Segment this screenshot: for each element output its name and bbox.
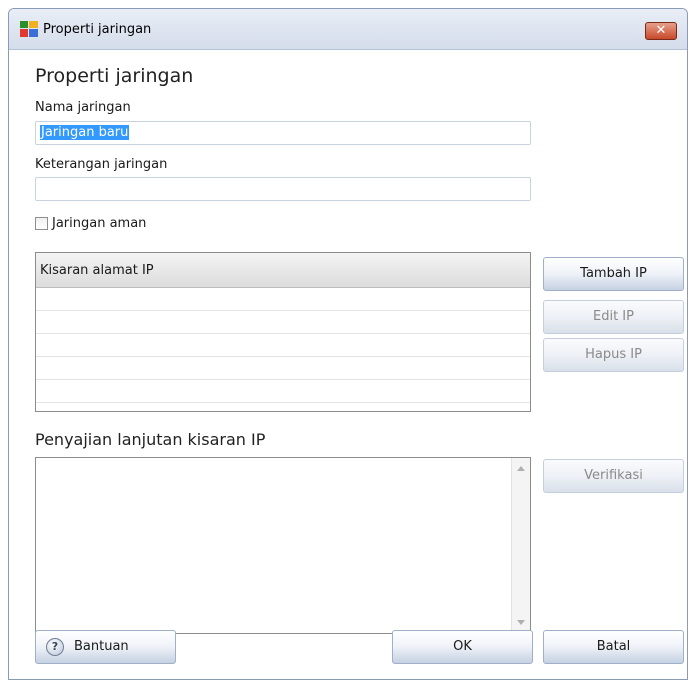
cancel-button[interactable]: Batal (543, 630, 684, 664)
secure-network-label: Jaringan aman (52, 216, 147, 231)
table-row[interactable] (36, 380, 530, 403)
title-bar: Properti jaringan ✕ (9, 9, 687, 50)
textarea-scrollbar[interactable] (511, 458, 530, 633)
ip-range-column-header[interactable]: Kisaran alamat IP (36, 253, 530, 288)
scroll-down-icon[interactable] (517, 620, 525, 625)
ip-range-header-label: Kisaran alamat IP (40, 263, 154, 278)
network-name-value: Jaringan baru (40, 125, 130, 140)
ip-range-table[interactable]: Kisaran alamat IP (35, 252, 531, 412)
edit-ip-button[interactable]: Edit IP (543, 300, 684, 334)
page-title: Properti jaringan (35, 65, 194, 87)
verify-button[interactable]: Verifikasi (543, 459, 684, 493)
network-name-input[interactable]: Jaringan baru (35, 121, 531, 145)
close-button[interactable]: ✕ (645, 22, 677, 40)
app-logo-icon (20, 21, 38, 37)
table-row[interactable] (36, 288, 530, 311)
remove-ip-button[interactable]: Hapus IP (543, 338, 684, 372)
scroll-up-icon[interactable] (517, 466, 525, 471)
advanced-section-heading: Penyajian lanjutan kisaran IP (35, 430, 266, 449)
table-row[interactable] (36, 311, 530, 334)
help-button-label: Bantuan (74, 639, 129, 654)
dialog-window: Properti jaringan ✕ Properti jaringan Na… (8, 8, 688, 680)
network-name-label: Nama jaringan (35, 100, 131, 115)
window-title: Properti jaringan (43, 22, 152, 37)
close-icon: ✕ (655, 23, 667, 38)
ok-button[interactable]: OK (392, 630, 533, 664)
help-icon: ? (46, 638, 64, 656)
table-row[interactable] (36, 357, 530, 380)
advanced-ip-range-textarea[interactable] (35, 457, 531, 634)
secure-network-checkbox[interactable] (35, 217, 48, 230)
add-ip-button[interactable]: Tambah IP (543, 257, 684, 291)
network-description-input[interactable] (35, 177, 531, 201)
table-row[interactable] (36, 334, 530, 357)
network-description-label: Keterangan jaringan (35, 157, 168, 172)
help-button[interactable]: ? Bantuan (35, 630, 176, 664)
